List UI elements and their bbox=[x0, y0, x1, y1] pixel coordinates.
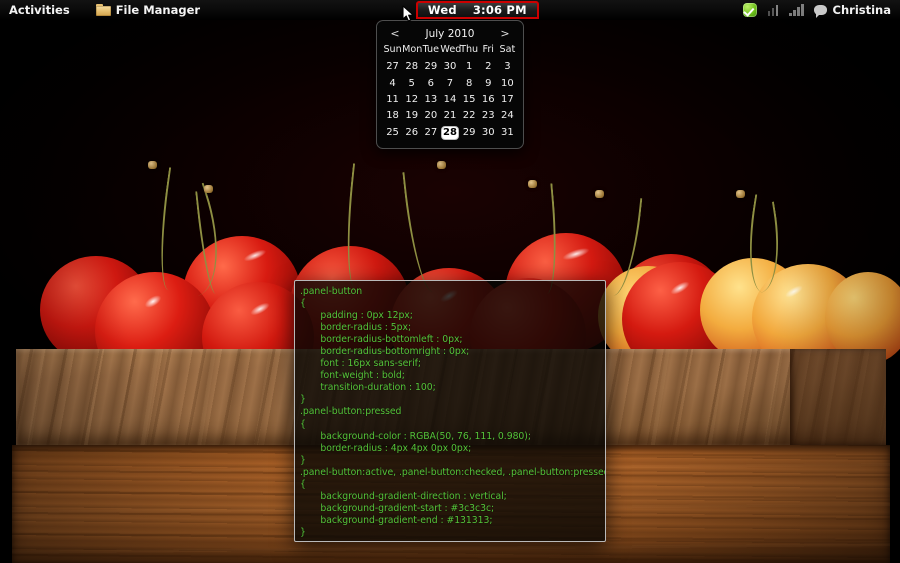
calendar-day-cell[interactable]: 31 bbox=[498, 125, 517, 141]
clock-day: Wed bbox=[427, 3, 457, 17]
calendar-weekday-thu: Thu bbox=[460, 44, 479, 55]
network-bars-icon[interactable] bbox=[789, 4, 804, 16]
cherry-stem-tip bbox=[736, 190, 745, 198]
calendar-day-cell[interactable]: 10 bbox=[498, 75, 517, 91]
calendar-day-cell[interactable]: 28 bbox=[402, 59, 421, 75]
calendar-week-row: 25 26 27 28 29 30 31 bbox=[383, 125, 517, 141]
activities-label: Activities bbox=[9, 3, 70, 17]
mouse-cursor bbox=[402, 5, 414, 22]
calendar-day-cell[interactable]: 13 bbox=[421, 92, 440, 108]
calendar-day-cell[interactable]: 27 bbox=[383, 59, 402, 75]
cherry-stem-tip bbox=[204, 185, 213, 193]
calendar-day-cell[interactable]: 21 bbox=[440, 108, 459, 124]
calendar-weekday-fri: Fri bbox=[482, 44, 494, 55]
calendar-day-cell[interactable]: 17 bbox=[498, 92, 517, 108]
calendar-weekday-tue: Tue bbox=[422, 44, 440, 55]
file-manager-button[interactable]: File Manager bbox=[84, 0, 212, 20]
cherry-stem-tip bbox=[148, 161, 157, 169]
calendar-day-cell[interactable]: 19 bbox=[402, 108, 421, 124]
calendar-day-cell[interactable]: 18 bbox=[383, 108, 402, 124]
calendar-popup: < July 2010 > Sun Mon Tue Wed Thu Fri Sat 27 28… bbox=[376, 20, 524, 149]
cherry-stem-tip bbox=[437, 161, 446, 169]
calendar-day-cell[interactable]: 20 bbox=[421, 108, 440, 124]
chat-bubble-icon bbox=[813, 5, 827, 18]
calendar-day-cell[interactable]: 7 bbox=[440, 75, 459, 91]
calendar-day-cell[interactable]: 30 bbox=[440, 59, 459, 75]
calendar-day-cell[interactable]: 27 bbox=[421, 125, 440, 141]
calendar-day-cell[interactable]: 29 bbox=[421, 59, 440, 75]
calendar-weekday-row: Sun Mon Tue Wed Thu Fri Sat bbox=[383, 43, 517, 59]
check-circle-icon[interactable] bbox=[742, 3, 757, 17]
desktop-screen: Activities File Manager Wed 3:06 PM Chri… bbox=[0, 0, 900, 563]
calendar-day-cell[interactable]: 25 bbox=[383, 125, 402, 141]
calendar-day-cell-today[interactable]: 28 bbox=[440, 125, 459, 141]
folder-icon bbox=[95, 4, 111, 16]
calendar-day-cell[interactable]: 15 bbox=[460, 92, 479, 108]
calendar-weekday-sat: Sat bbox=[499, 44, 516, 55]
cherry-stem-tip bbox=[528, 180, 537, 188]
clock-time: 3:06 PM bbox=[472, 3, 527, 17]
calendar-weekday-sun: Sun bbox=[383, 44, 402, 55]
css-code-text: .panel-button { padding : 0px 12px; bord… bbox=[300, 286, 606, 538]
calendar-day-cell[interactable]: 11 bbox=[383, 92, 402, 108]
calendar-day-cell[interactable]: 12 bbox=[402, 92, 421, 108]
calendar-day-cell[interactable]: 9 bbox=[479, 75, 498, 91]
calendar-header: < July 2010 > bbox=[383, 26, 517, 43]
calendar-day-cell[interactable]: 5 bbox=[402, 75, 421, 91]
calendar-day-cell[interactable]: 3 bbox=[498, 59, 517, 75]
calendar-day-cell[interactable]: 24 bbox=[498, 108, 517, 124]
css-code-overlay: .panel-button { padding : 0px 12px; bord… bbox=[294, 280, 606, 542]
calendar-day-cell[interactable]: 4 bbox=[383, 75, 402, 91]
top-panel: Activities File Manager Wed 3:06 PM Chri… bbox=[0, 0, 900, 20]
calendar-week-row: 4 5 6 7 8 9 10 bbox=[383, 75, 517, 91]
calendar-day-cell[interactable]: 23 bbox=[479, 108, 498, 124]
signal-bars-icon[interactable] bbox=[767, 4, 779, 16]
calendar-day-cell[interactable]: 2 bbox=[479, 59, 498, 75]
calendar-day-cell[interactable]: 16 bbox=[479, 92, 498, 108]
file-manager-label: File Manager bbox=[115, 3, 201, 17]
user-name-label: Christina bbox=[832, 3, 892, 17]
clock-button[interactable]: Wed 3:06 PM bbox=[415, 1, 539, 19]
calendar-prev-month-button[interactable]: < bbox=[388, 27, 402, 40]
calendar-day-cell[interactable]: 14 bbox=[440, 92, 459, 108]
calendar-weekday-mon: Mon bbox=[402, 44, 423, 55]
activities-button[interactable]: Activities bbox=[0, 0, 84, 20]
calendar-weekday-wed: Wed bbox=[440, 44, 462, 55]
system-tray bbox=[742, 3, 810, 17]
calendar-day-cell[interactable]: 6 bbox=[421, 75, 440, 91]
calendar-week-row: 27 28 29 30 1 2 3 bbox=[383, 59, 517, 75]
calendar-day-cell[interactable]: 26 bbox=[402, 125, 421, 141]
calendar-month-title: July 2010 bbox=[425, 27, 475, 40]
calendar-day-cell[interactable]: 30 bbox=[479, 125, 498, 141]
calendar-week-row: 11 12 13 14 15 16 17 bbox=[383, 92, 517, 108]
calendar-day-cell[interactable]: 29 bbox=[460, 125, 479, 141]
calendar-week-row: 18 19 20 21 22 23 24 bbox=[383, 108, 517, 124]
calendar-grid: Sun Mon Tue Wed Thu Fri Sat 27 28 29 30 1 2 3 4 5 6 7 8 9 1… bbox=[383, 43, 517, 141]
calendar-day-cell[interactable]: 8 bbox=[460, 75, 479, 91]
calendar-day-cell[interactable]: 22 bbox=[460, 108, 479, 124]
calendar-next-month-button[interactable]: > bbox=[498, 27, 512, 40]
cherry-stem-tip bbox=[595, 190, 604, 198]
user-menu-button[interactable]: Christina bbox=[810, 3, 900, 18]
calendar-day-cell[interactable]: 1 bbox=[460, 59, 479, 75]
